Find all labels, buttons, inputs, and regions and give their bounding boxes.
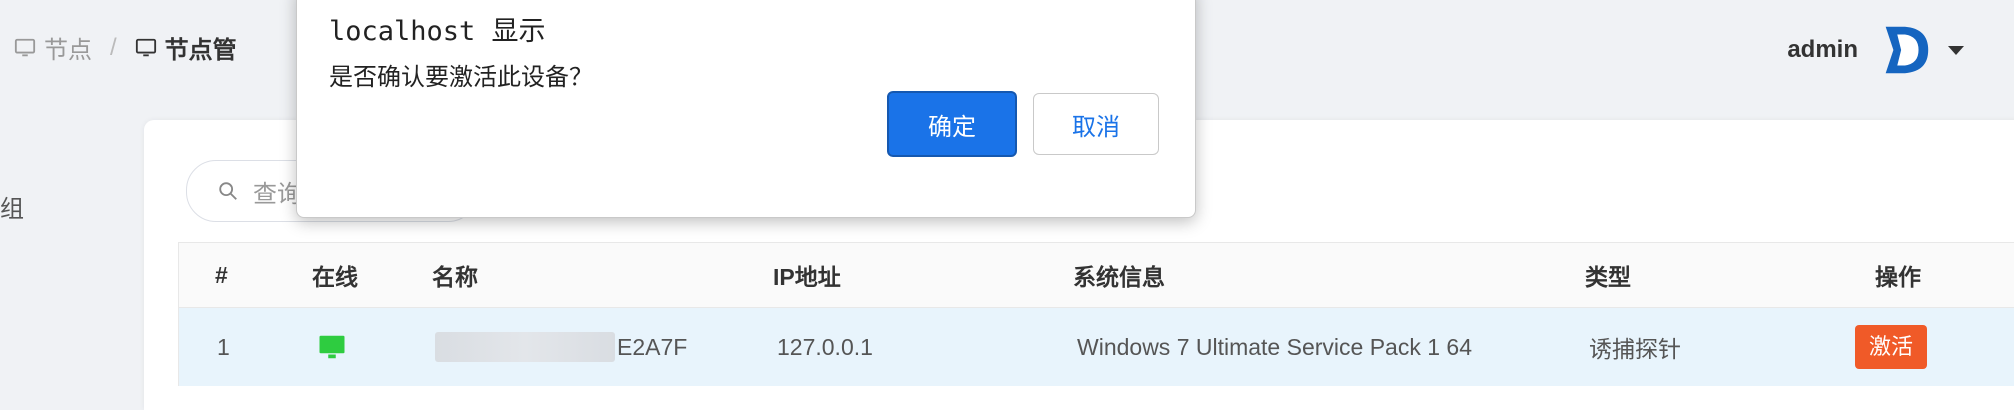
online-status <box>317 308 347 386</box>
search-icon <box>219 182 237 200</box>
breadcrumb-label: 节点 <box>44 37 92 64</box>
search-placeholder: 查询 <box>253 180 301 208</box>
row-name: E2A7F <box>435 308 687 386</box>
confirm-dialog: localhost 显示 是否确认要激活此设备？ 确定 取消 <box>296 0 1196 218</box>
confirm-button[interactable]: 确定 <box>887 91 1017 157</box>
dialog-message: 是否确认要激活此设备？ <box>329 64 593 91</box>
monitor-icon <box>135 38 156 56</box>
column-header-name: 名称 <box>432 264 478 290</box>
user-name: admin <box>1787 36 1858 63</box>
breadcrumb: 节点 / 节点管 <box>14 30 237 65</box>
breadcrumb-label: 节点管 <box>164 37 237 64</box>
breadcrumb-separator: / <box>110 33 117 61</box>
row-index: 1 <box>217 333 230 360</box>
row-ip: 127.0.0.1 <box>777 333 873 360</box>
chevron-down-icon[interactable] <box>1948 45 1964 55</box>
column-header-os: 系统信息 <box>1073 264 1165 290</box>
breadcrumb-item-nodes[interactable]: 节点 <box>14 30 92 65</box>
dialog-title: localhost 显示 <box>329 16 546 47</box>
nodes-table: # 在线 名称 IP地址 系统信息 类型 操作 1 E2A7F 127.0.0.… <box>178 242 2014 386</box>
breadcrumb-item-node-manage: 节点管 <box>135 30 237 65</box>
sidebar-item-group[interactable]: 组 <box>0 189 24 224</box>
column-header-online: 在线 <box>312 264 358 290</box>
user-menu[interactable]: admin <box>1787 20 1964 80</box>
column-header-type: 类型 <box>1585 264 1631 290</box>
column-header-action: 操作 <box>1875 264 1921 290</box>
column-header-index: # <box>215 261 228 288</box>
activate-button[interactable]: 激活 <box>1855 325 1928 369</box>
table-header: # 在线 名称 IP地址 系统信息 类型 操作 <box>179 243 2014 308</box>
table-row[interactable]: 1 E2A7F 127.0.0.1 Windows 7 Ultimate Ser… <box>179 308 2014 386</box>
monitor-icon <box>14 38 36 56</box>
redacted-text <box>435 332 615 362</box>
cancel-button[interactable]: 取消 <box>1033 93 1159 155</box>
row-name-suffix: E2A7F <box>617 333 688 360</box>
row-type: 诱捕探针 <box>1589 336 1681 362</box>
row-action: 激活 <box>1855 308 1928 386</box>
monitor-icon <box>319 335 345 359</box>
avatar[interactable] <box>1876 21 1934 79</box>
row-os: Windows 7 Ultimate Service Pack 1 64 <box>1077 333 1472 360</box>
column-header-ip: IP地址 <box>773 264 841 290</box>
sidebar: 组 <box>0 115 140 402</box>
